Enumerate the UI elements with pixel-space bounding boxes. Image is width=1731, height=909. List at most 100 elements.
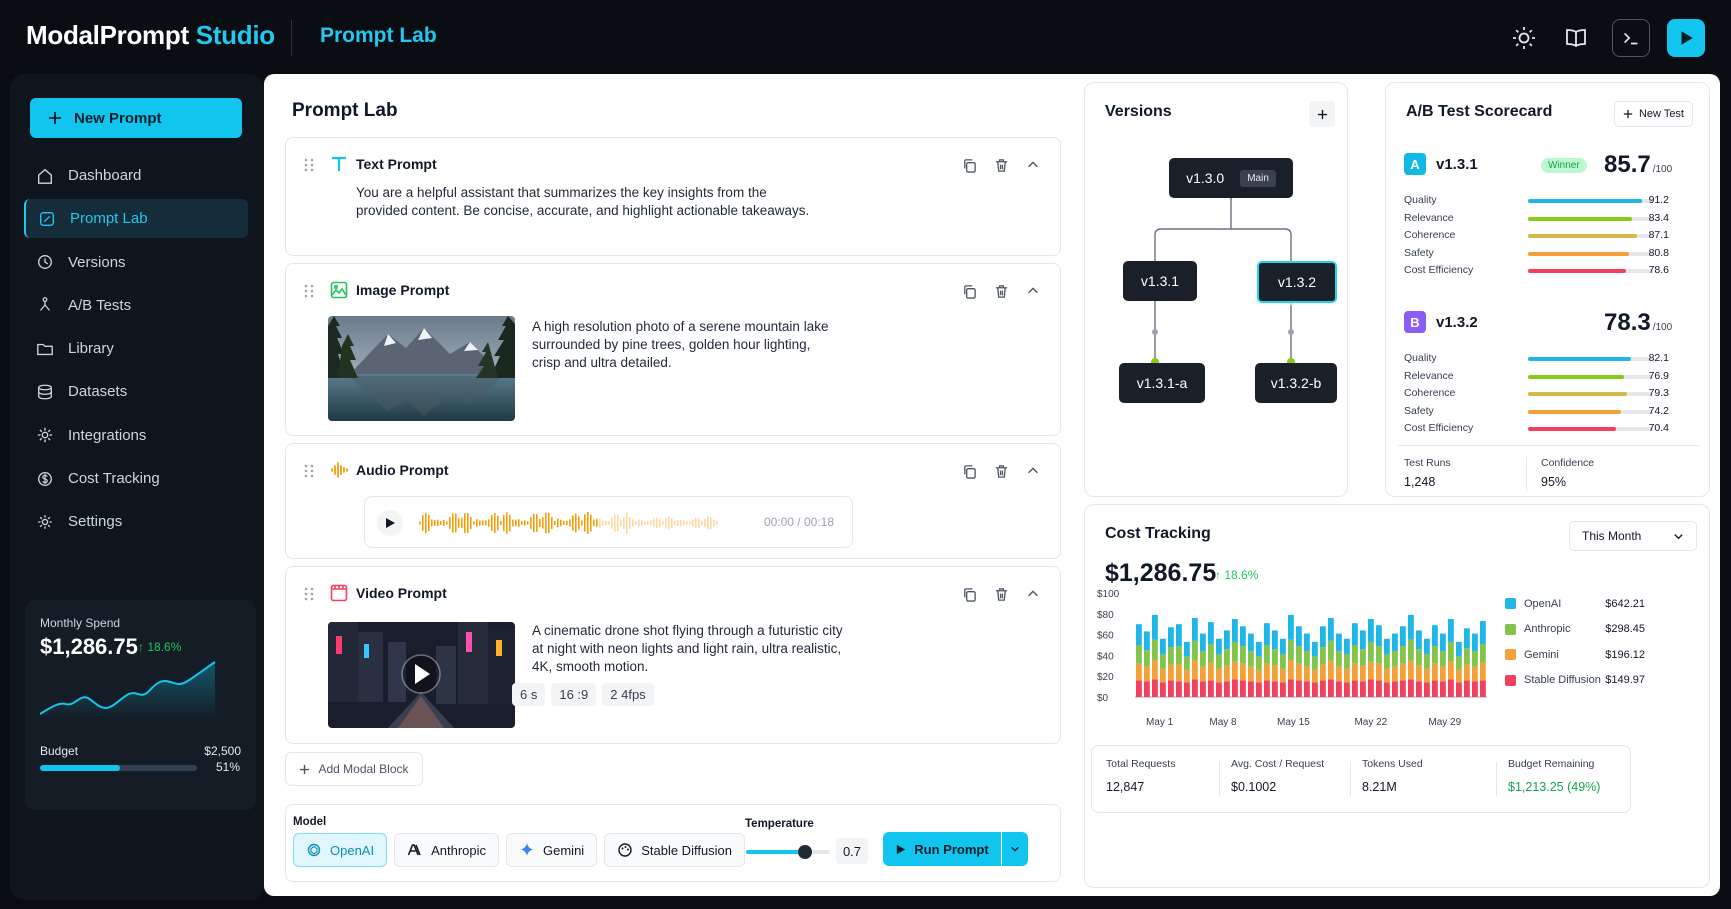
trash-icon[interactable] bbox=[992, 585, 1010, 603]
sidebar-item-prompt-lab[interactable]: Prompt Lab bbox=[24, 199, 248, 239]
metric-bar-fill bbox=[1528, 199, 1642, 203]
budget-progress-fill bbox=[40, 765, 121, 771]
drag-handle-icon[interactable] bbox=[304, 587, 314, 601]
legend-item-anthropic[interactable]: Anthropic $298.45 bbox=[1505, 617, 1645, 643]
drag-handle-icon[interactable] bbox=[304, 284, 314, 298]
sidebar-item-label: Dashboard bbox=[68, 167, 142, 184]
drag-handle-icon[interactable] bbox=[304, 158, 314, 172]
waveform-bar bbox=[419, 521, 421, 525]
temperature-slider[interactable] bbox=[746, 845, 830, 859]
trash-icon[interactable] bbox=[992, 282, 1010, 300]
audio-waveform[interactable] bbox=[419, 509, 719, 537]
stat-budget-remaining: Budget Remaining $1,213.25 (49%) bbox=[1508, 758, 1600, 794]
model-option-anthropic[interactable]: Anthropic bbox=[394, 833, 500, 867]
breadcrumb[interactable]: Prompt Lab bbox=[320, 24, 437, 48]
metric-bar bbox=[1528, 357, 1653, 361]
bar-segment-anthropic bbox=[1200, 651, 1206, 667]
legend-swatch bbox=[1505, 623, 1516, 635]
model-option-label: Gemini bbox=[543, 842, 585, 858]
sidebar-item-label: Integrations bbox=[68, 426, 147, 444]
chevron-up-icon[interactable] bbox=[1024, 462, 1042, 480]
chevron-up-icon[interactable] bbox=[1024, 585, 1042, 603]
waveform-bar bbox=[677, 520, 679, 526]
version-node-v132[interactable]: v1.3.2 bbox=[1257, 261, 1337, 303]
bar-segment-anthropic bbox=[1384, 654, 1390, 669]
chevron-up-icon[interactable] bbox=[1024, 282, 1042, 300]
terminal-button[interactable] bbox=[1612, 19, 1650, 57]
image-prompt-body[interactable]: A high resolution photo of a serene moun… bbox=[532, 318, 828, 372]
legend-item-gemini[interactable]: Gemini $196.12 bbox=[1505, 642, 1645, 668]
temperature-value[interactable]: 0.7 bbox=[836, 838, 868, 864]
metric-bar bbox=[1528, 392, 1653, 396]
legend-item-openai[interactable]: OpenAI $642.21 bbox=[1505, 591, 1645, 617]
copy-icon[interactable] bbox=[960, 585, 978, 603]
copy-icon[interactable] bbox=[960, 156, 978, 174]
new-test-button[interactable]: New Test bbox=[1613, 101, 1693, 127]
sidebar-item-a-b-tests[interactable]: A/B Tests bbox=[24, 286, 248, 325]
trash-icon[interactable] bbox=[992, 156, 1010, 174]
bar-segment-gemini bbox=[1408, 660, 1414, 680]
metric-value: 87.1 bbox=[1648, 229, 1669, 241]
neon-city-video-thumbnail[interactable] bbox=[328, 622, 515, 728]
duration-chip[interactable]: 6 s bbox=[512, 683, 546, 706]
model-option-gemini[interactable]: Gemini bbox=[506, 833, 598, 867]
model-option-openai[interactable]: OpenAI bbox=[293, 833, 388, 867]
audio-play-button[interactable] bbox=[377, 510, 403, 536]
version-node-v131[interactable]: v1.3.1 bbox=[1123, 261, 1197, 301]
temperature-slider-handle[interactable] bbox=[797, 845, 812, 859]
sidebar-item-library[interactable]: Library bbox=[24, 329, 248, 368]
drag-handle-icon[interactable] bbox=[304, 464, 314, 478]
mountain-lake-thumbnail[interactable] bbox=[328, 316, 515, 421]
bar-segment-openai bbox=[1176, 624, 1182, 647]
main-canvas: Prompt Lab Text Prompt You are a helpful… bbox=[264, 74, 1720, 896]
run-options-dropdown[interactable] bbox=[1002, 832, 1028, 866]
version-node-root[interactable]: v1.3.0 Main bbox=[1169, 158, 1293, 198]
bar-segment-openai bbox=[1200, 633, 1206, 652]
metric-bar bbox=[1528, 427, 1653, 431]
legend-item-stable-diffusion[interactable]: Stable Diffusion $149.97 bbox=[1505, 668, 1645, 694]
bar-segment-anthropic bbox=[1312, 656, 1318, 670]
waveform-bar bbox=[590, 514, 592, 532]
bar-segment-stable-diffusion bbox=[1336, 681, 1342, 697]
bar-segment-gemini bbox=[1256, 669, 1262, 683]
text-prompt-card: Text Prompt You are a helpful assistant … bbox=[285, 137, 1061, 256]
waveform-bar bbox=[446, 521, 448, 525]
bar-segment-openai bbox=[1392, 633, 1398, 652]
copy-icon[interactable] bbox=[960, 282, 978, 300]
bar-segment-anthropic bbox=[1416, 649, 1422, 666]
sidebar-item-cost-tracking[interactable]: Cost Tracking bbox=[24, 459, 248, 498]
period-select[interactable]: This Month bbox=[1569, 521, 1697, 551]
bar-segment-openai bbox=[1424, 638, 1430, 655]
model-option-stable-diffusion[interactable]: Stable Diffusion bbox=[604, 833, 746, 867]
fps-chip[interactable]: 2 4fps bbox=[602, 683, 654, 706]
bar-segment-gemini bbox=[1168, 664, 1174, 681]
sidebar-item-dashboard[interactable]: Dashboard bbox=[24, 156, 248, 195]
image-prompt-title: Image Prompt bbox=[356, 282, 450, 298]
metric-name: Coherence bbox=[1404, 387, 1456, 399]
version-node-v131a[interactable]: v1.3.1-a bbox=[1119, 363, 1205, 403]
sidebar-item-integrations[interactable]: Integrations bbox=[24, 416, 248, 455]
sidebar-item-datasets[interactable]: Datasets bbox=[24, 372, 248, 411]
aspect-ratio-chip[interactable]: 16 :9 bbox=[551, 683, 597, 706]
new-prompt-button[interactable]: New Prompt bbox=[30, 98, 242, 138]
text-prompt-body[interactable]: You are a helpful assistant that summari… bbox=[356, 184, 809, 220]
trash-icon[interactable] bbox=[992, 462, 1010, 480]
docs-button[interactable] bbox=[1557, 19, 1595, 57]
chevron-up-icon[interactable] bbox=[1024, 156, 1042, 174]
video-prompt-body[interactable]: A cinematic drone shot flying through a … bbox=[532, 622, 843, 676]
add-modal-block-button[interactable]: Add Modal Block bbox=[285, 752, 423, 786]
run-prompt-button[interactable]: Run Prompt bbox=[883, 832, 1001, 866]
bar-segment-anthropic bbox=[1192, 640, 1198, 661]
sidebar-item-versions[interactable]: Versions bbox=[24, 243, 248, 282]
bar-segment-openai bbox=[1216, 638, 1222, 655]
run-button[interactable] bbox=[1667, 19, 1705, 57]
stat-label: Tokens Used bbox=[1362, 758, 1423, 770]
version-node-v132b[interactable]: v1.3.2-b bbox=[1255, 363, 1337, 403]
sidebar-item-settings[interactable]: Settings bbox=[24, 502, 248, 541]
theme-toggle-button[interactable] bbox=[1505, 19, 1543, 57]
copy-icon[interactable] bbox=[960, 462, 978, 480]
bar-segment-anthropic bbox=[1352, 645, 1358, 664]
metric-bar bbox=[1528, 409, 1653, 414]
version-label: v1.3.1 bbox=[1140, 273, 1180, 289]
bar-segment-openai bbox=[1328, 617, 1334, 641]
